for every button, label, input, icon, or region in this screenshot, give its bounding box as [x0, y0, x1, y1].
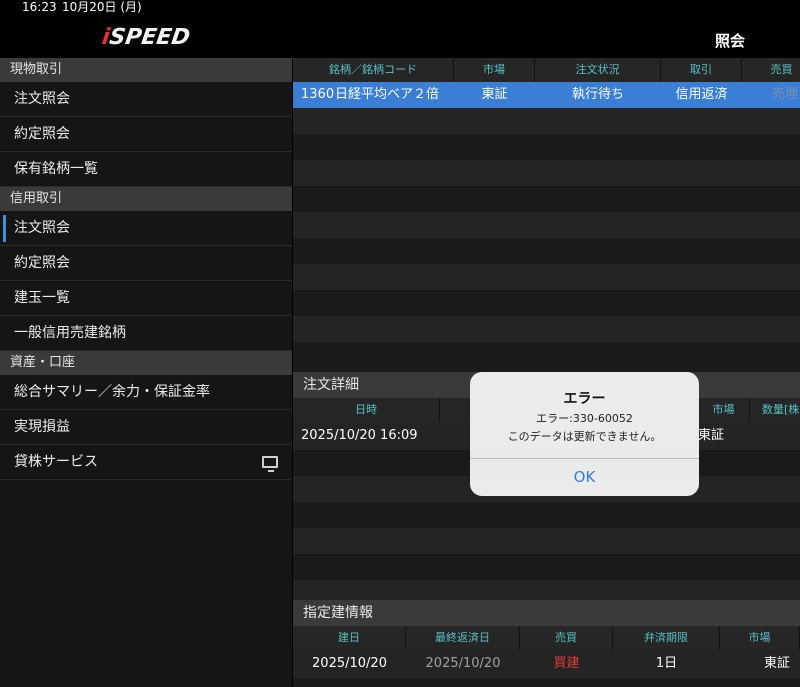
orders-header-row: 銘柄／銘柄コード 市場 注文状況 取引 売買	[293, 58, 800, 82]
table-row-empty	[293, 502, 800, 528]
table-row-empty	[293, 290, 800, 316]
col-header-detail-market[interactable]: 市場	[698, 398, 750, 422]
col-header-symbol[interactable]: 銘柄／銘柄コード	[293, 58, 454, 82]
ispeed-logo: iSPEED	[100, 25, 192, 50]
sidebar-item-stock-lending[interactable]: 貸株サービス	[0, 445, 292, 480]
page-title: 照会	[714, 32, 745, 50]
col-header-specified-side[interactable]: 売買	[520, 626, 613, 650]
specified-deadline: 1日	[655, 656, 678, 671]
sidebar-item-holdings-list[interactable]: 保有銘柄一覧	[0, 152, 292, 187]
table-row-empty	[293, 554, 800, 580]
specified-side: 買建	[553, 656, 580, 671]
col-header-open-date[interactable]: 建日	[293, 626, 406, 650]
order-status: 執行待ち	[571, 87, 624, 102]
app-header: iSPEED 照会	[0, 22, 800, 58]
detail-market: 東証	[698, 428, 725, 443]
table-row-empty	[293, 316, 800, 342]
table-row-empty	[293, 528, 800, 554]
col-header-deadline[interactable]: 弁済期限	[613, 626, 720, 650]
order-market: 東証	[481, 87, 508, 102]
specified-market: 東証	[763, 656, 790, 671]
table-row-empty	[293, 186, 800, 212]
monitor-icon	[262, 456, 278, 472]
sidebar-item-margin-execution-inquiry[interactable]: 約定照会	[0, 246, 292, 281]
specified-open-date: 2025/10/20	[312, 656, 387, 671]
sidebar-item-summary[interactable]: 総合サマリー／余力・保証金率	[0, 375, 292, 410]
sidebar-section-margin: 信用取引	[0, 187, 292, 211]
status-time: 16:23	[22, 0, 57, 14]
col-header-last-repay-date[interactable]: 最終返済日	[406, 626, 520, 650]
sidebar-item-positions-list[interactable]: 建玉一覧	[0, 281, 292, 316]
detail-datetime: 2025/10/20 16:09	[301, 428, 418, 443]
table-row-empty	[293, 134, 800, 160]
specified-info-title: 指定建情報	[293, 600, 800, 626]
status-date: 10月20日 (月)	[62, 0, 142, 14]
specified-header-row: 建日 最終返済日 売買 弁済期限 市場	[293, 626, 800, 650]
sidebar-item-realized-pnl[interactable]: 実現損益	[0, 410, 292, 445]
sidebar-item-label: 貸株サービス	[14, 454, 98, 470]
sidebar-section-spot: 現物取引	[0, 58, 292, 82]
table-row-empty	[293, 160, 800, 186]
dialog-title: エラー	[563, 391, 606, 407]
dialog-error-code: エラー:330-60052	[536, 412, 633, 425]
table-row-empty	[293, 580, 800, 600]
col-header-datetime[interactable]: 日時	[293, 398, 440, 422]
error-dialog: エラー エラー:330-60052 このデータは更新できません。 OK	[470, 372, 699, 496]
table-row-empty	[293, 264, 800, 290]
table-row[interactable]: 1360 日経平均ベア２倍 東証 執行待ち 信用返済 売埋	[293, 82, 800, 108]
order-name: 日経平均ベア２倍	[335, 87, 440, 102]
table-row-empty	[293, 238, 800, 264]
sidebar-item-spot-order-inquiry[interactable]: 注文照会	[0, 82, 292, 117]
status-bar: 16:23 10月20日 (月)	[0, 0, 800, 22]
table-row-empty	[293, 212, 800, 238]
col-header-specified-market[interactable]: 市場	[720, 626, 800, 650]
ok-button[interactable]: OK	[470, 459, 699, 496]
sidebar: 現物取引 注文照会 約定照会 保有銘柄一覧 信用取引 注文照会 約定照会 建玉一…	[0, 58, 292, 687]
sidebar-item-margin-order-inquiry[interactable]: 注文照会	[0, 211, 292, 246]
col-header-side[interactable]: 売買	[742, 58, 800, 82]
col-header-market[interactable]: 市場	[454, 58, 535, 82]
table-row[interactable]: 2025/10/20 2025/10/20 買建 1日 東証	[293, 650, 800, 678]
sidebar-item-spot-execution-inquiry[interactable]: 約定照会	[0, 117, 292, 152]
table-row-empty	[293, 342, 800, 362]
specified-last-date: 2025/10/20	[425, 656, 501, 671]
col-header-trade[interactable]: 取引	[661, 58, 742, 82]
dialog-message: このデータは更新できません。	[507, 430, 662, 443]
col-header-order-status[interactable]: 注文状況	[535, 58, 661, 82]
col-header-quantity[interactable]: 数量[株]	[750, 398, 800, 422]
table-row-empty	[293, 678, 800, 687]
sidebar-section-assets: 資産・口座	[0, 351, 292, 375]
order-side: 売埋	[771, 87, 798, 102]
table-row-empty	[293, 108, 800, 134]
sidebar-item-general-margin-short[interactable]: 一般信用売建銘柄	[0, 316, 292, 351]
order-trade: 信用返済	[675, 87, 728, 102]
order-code: 1360	[301, 87, 335, 102]
